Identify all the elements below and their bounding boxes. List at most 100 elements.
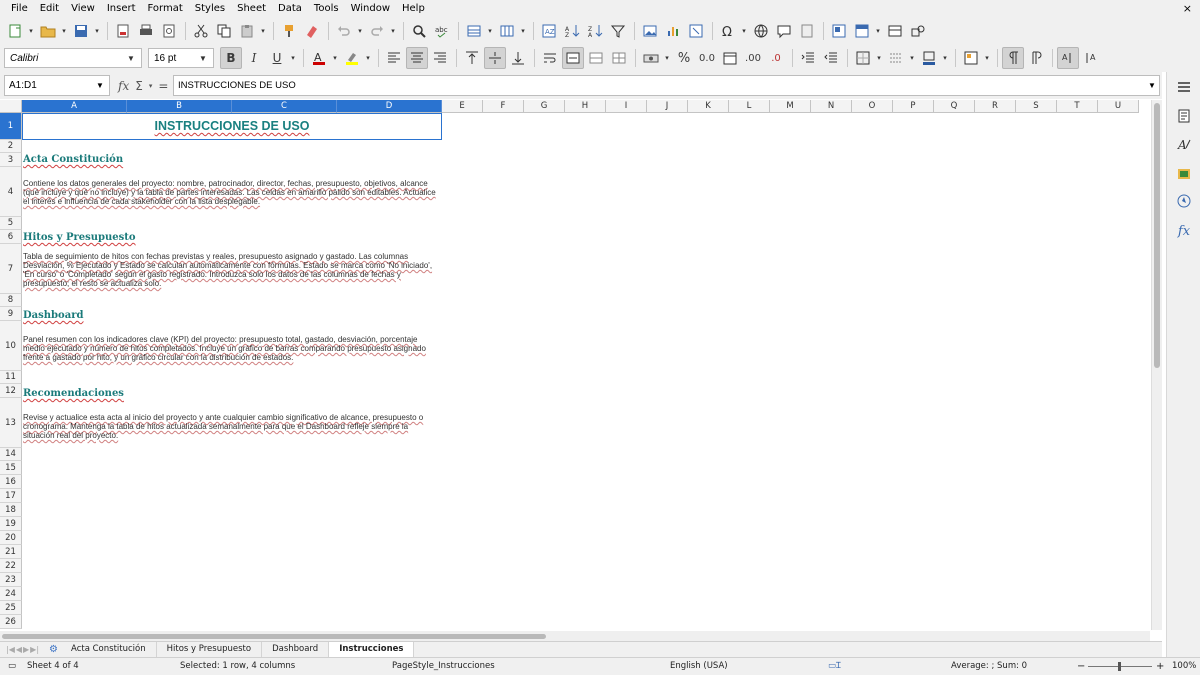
font-color-icon[interactable]: A xyxy=(308,47,330,69)
zoom-level[interactable]: 100% xyxy=(1172,658,1196,675)
row-header-14[interactable]: 14 xyxy=(0,448,22,461)
menu-insert[interactable]: Insert xyxy=(101,0,142,17)
center-vertically-icon[interactable] xyxy=(484,47,506,69)
align-left-icon[interactable] xyxy=(383,47,405,69)
number-format-icon[interactable]: 0.0 xyxy=(696,47,718,69)
open-folder-icon[interactable] xyxy=(37,20,59,42)
sidebar-menu-icon[interactable] xyxy=(1175,78,1193,96)
menu-edit[interactable]: Edit xyxy=(34,0,65,17)
close-document-icon[interactable]: × xyxy=(1183,0,1192,17)
autofilter-icon[interactable] xyxy=(607,20,629,42)
row-header-15[interactable]: 15 xyxy=(0,461,22,475)
section-heading[interactable]: Recomendaciones xyxy=(23,388,124,399)
chevron-down-icon[interactable]: ▼ xyxy=(193,49,213,67)
section-heading[interactable]: Acta Constitución xyxy=(23,154,123,165)
vertical-scroll-thumb[interactable] xyxy=(1154,103,1160,368)
column-header-g[interactable]: G xyxy=(524,100,565,113)
row-icon[interactable] xyxy=(463,20,485,42)
tab-dashboard[interactable]: Dashboard xyxy=(262,642,330,657)
border-style-icon[interactable] xyxy=(885,47,907,69)
row-header-24[interactable]: 24 xyxy=(0,587,22,601)
column-header-c[interactable]: C xyxy=(232,100,337,113)
column-header-d[interactable]: D xyxy=(337,100,442,113)
export-pdf-icon[interactable] xyxy=(112,20,134,42)
column-header-u[interactable]: U xyxy=(1098,100,1139,113)
section-body[interactable]: Revise y actualice esta acta al inicio d… xyxy=(23,413,441,440)
row-header-21[interactable]: 21 xyxy=(0,545,22,559)
row-header-9[interactable]: 9 xyxy=(0,307,22,321)
highlight-dropdown-icon[interactable]: ▾ xyxy=(364,47,372,69)
row-header-11[interactable]: 11 xyxy=(0,371,22,384)
decrease-indent-icon[interactable] xyxy=(820,47,842,69)
row-header-1[interactable]: 1 xyxy=(0,113,22,140)
row-header-2[interactable]: 2 xyxy=(0,140,22,153)
align-center-icon[interactable] xyxy=(406,47,428,69)
add-decimal-icon[interactable]: .00 xyxy=(742,47,764,69)
text-direction-ltr-icon[interactable] xyxy=(1002,47,1024,69)
row-header-26[interactable]: 26 xyxy=(0,615,22,629)
sort-descending-icon[interactable]: ZA xyxy=(584,20,606,42)
functions-icon[interactable]: fx xyxy=(1175,222,1193,240)
special-character-icon[interactable]: Ω xyxy=(717,20,739,42)
first-sheet-icon[interactable]: |◀ xyxy=(6,645,15,654)
section-body[interactable]: Tabla de seguimiento de hitos con fechas… xyxy=(23,252,441,288)
column-header-f[interactable]: F xyxy=(483,100,524,113)
pivot-table-icon[interactable] xyxy=(685,20,707,42)
sum-icon[interactable]: Σ xyxy=(135,79,143,93)
font-size-combo[interactable]: 16 pt ▼ xyxy=(148,48,214,68)
print-icon[interactable] xyxy=(135,20,157,42)
paste-icon[interactable] xyxy=(236,20,258,42)
row-header-7[interactable]: 7 xyxy=(0,244,22,294)
currency-dropdown-icon[interactable]: ▾ xyxy=(663,47,671,69)
section-heading[interactable]: Hitos y Presupuesto xyxy=(23,232,136,243)
column-dropdown-icon[interactable]: ▾ xyxy=(519,20,527,42)
show-draw-functions-icon[interactable] xyxy=(907,20,929,42)
split-window-icon[interactable] xyxy=(884,20,906,42)
borders-dropdown-icon[interactable]: ▾ xyxy=(875,47,883,69)
delete-decimal-icon[interactable]: .0 xyxy=(765,47,787,69)
add-sheet-icon[interactable]: ⚙ xyxy=(49,644,61,655)
row-header-23[interactable]: 23 xyxy=(0,573,22,587)
column-header-r[interactable]: R xyxy=(975,100,1016,113)
print-preview-icon[interactable] xyxy=(158,20,180,42)
formula-equals-icon[interactable]: = xyxy=(158,79,168,93)
row-header-12[interactable]: 12 xyxy=(0,384,22,398)
section-body[interactable]: Contiene los datos generales del proyect… xyxy=(23,179,441,206)
date-format-icon[interactable] xyxy=(719,47,741,69)
row-header-19[interactable]: 19 xyxy=(0,517,22,531)
vertical-scrollbar[interactable] xyxy=(1151,100,1162,630)
column-header-n[interactable]: N xyxy=(811,100,852,113)
font-color-dropdown-icon[interactable]: ▾ xyxy=(331,47,339,69)
navigator-icon[interactable] xyxy=(1175,192,1193,210)
merged-title-cell[interactable]: INSTRUCCIONES DE USO xyxy=(22,113,442,140)
row-header-10[interactable]: 10 xyxy=(0,321,22,371)
language-status[interactable]: English (USA) xyxy=(670,658,728,675)
row-header-25[interactable]: 25 xyxy=(0,601,22,615)
menu-sheet[interactable]: Sheet xyxy=(231,0,272,17)
find-replace-icon[interactable] xyxy=(408,20,430,42)
column-header-k[interactable]: K xyxy=(688,100,729,113)
expand-formula-bar-icon[interactable]: ▼ xyxy=(1145,76,1159,95)
comment-icon[interactable] xyxy=(773,20,795,42)
save-icon[interactable] xyxy=(70,20,92,42)
properties-icon[interactable] xyxy=(1175,107,1193,125)
next-sheet-icon[interactable]: ▶ xyxy=(23,645,29,654)
tab-acta-constitucion[interactable]: Acta Constitución xyxy=(61,642,157,657)
align-top-icon[interactable] xyxy=(461,47,483,69)
percent-format-icon[interactable]: % xyxy=(673,47,695,69)
sort-icon[interactable]: AZ xyxy=(538,20,560,42)
sort-ascending-icon[interactable]: AZ xyxy=(561,20,583,42)
text-orientation-left-icon[interactable]: A xyxy=(1057,47,1079,69)
menu-file[interactable]: File xyxy=(5,0,34,17)
unmerge-cells-icon[interactable] xyxy=(608,47,630,69)
paste-dropdown-icon[interactable]: ▾ xyxy=(259,20,267,42)
copy-icon[interactable] xyxy=(213,20,235,42)
clear-formatting-icon[interactable] xyxy=(301,20,323,42)
spreadsheet-grid[interactable]: ABCDEFGHIJKLMNOPQRSTU 1 2 3 4 5 6 7 8 9 10 11 12 13 1… xyxy=(0,100,1162,630)
column-icon[interactable] xyxy=(496,20,518,42)
cut-icon[interactable] xyxy=(190,20,212,42)
underline-icon[interactable]: U xyxy=(266,47,288,69)
chevron-down-icon[interactable]: ▼ xyxy=(91,76,109,95)
row-header-5[interactable]: 5 xyxy=(0,217,22,230)
row-dropdown-icon[interactable]: ▾ xyxy=(486,20,494,42)
